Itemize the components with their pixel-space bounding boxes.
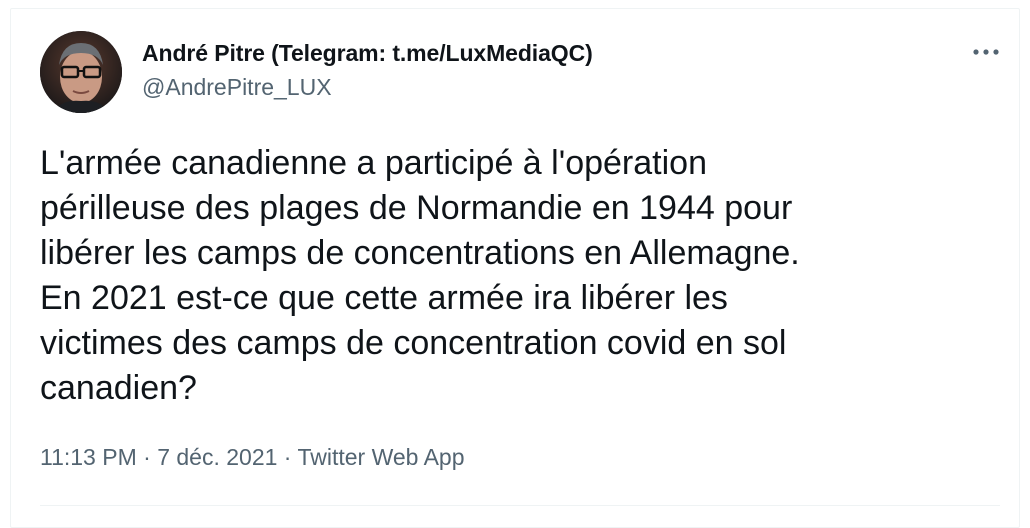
meta-separator: ·: [277, 444, 298, 470]
tweet-source[interactable]: Twitter Web App: [297, 444, 464, 470]
meta-separator: ·: [136, 444, 158, 470]
divider: [40, 505, 1000, 506]
avatar[interactable]: [40, 31, 122, 113]
more-options-button[interactable]: [966, 38, 1006, 66]
tweet-text-line: périlleuse des plages de Normandie en 19…: [40, 189, 793, 227]
tweet-text-line: En 2021 est-ce que cette armée ira libér…: [40, 279, 728, 317]
tweet-text-line: canadien?: [40, 369, 197, 407]
tweet-text-line: victimes des camps de concentration covi…: [40, 324, 787, 362]
tweet-date[interactable]: 7 déc. 2021: [157, 444, 277, 470]
tweet-text-line: L'armée canadienne a participé à l'opéra…: [40, 144, 707, 182]
author-display-name[interactable]: André Pitre (Telegram: t.me/LuxMediaQC): [142, 40, 593, 67]
tweet-meta: 11:13 PM · 7 déc. 2021 · Twitter Web App: [40, 444, 465, 471]
more-horizontal-icon: [973, 49, 999, 55]
tweet-time[interactable]: 11:13 PM: [40, 444, 137, 470]
author-handle[interactable]: @AndrePitre_LUX: [142, 74, 332, 101]
tweet-text: L'armée canadienne a participé à l'opéra…: [40, 141, 1000, 411]
avatar-photo-icon: [40, 31, 122, 113]
tweet-text-line: libérer les camps de concentrations en A…: [40, 234, 800, 272]
